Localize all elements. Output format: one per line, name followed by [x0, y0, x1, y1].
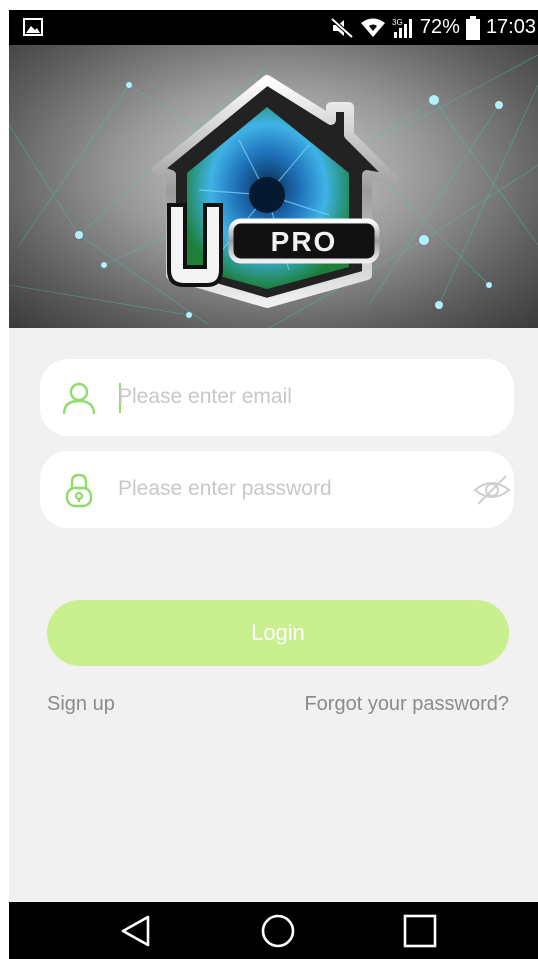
sign-up-link[interactable]: Sign up: [47, 693, 115, 716]
home-icon: [261, 914, 295, 947]
login-button[interactable]: Login: [47, 600, 509, 666]
clock: 17:03: [485, 16, 536, 38]
signal-3g-icon: 3G: [392, 18, 412, 38]
hero-banner: PRO: [9, 45, 538, 328]
recents-button[interactable]: [380, 902, 460, 959]
back-icon: [121, 915, 150, 946]
status-icons: 3G 72% 17:03: [330, 10, 538, 45]
user-icon: [62, 382, 96, 415]
password-input[interactable]: [118, 469, 458, 509]
status-bar: 3G 72% 17:03: [9, 10, 538, 45]
password-field-container: [40, 451, 514, 528]
svg-text:3G: 3G: [392, 18, 403, 27]
image-icon: [23, 18, 43, 36]
recents-icon: [403, 914, 437, 947]
navigation-bar: [9, 902, 538, 959]
email-field-container: [40, 359, 514, 436]
mute-icon: [330, 17, 354, 38]
email-input[interactable]: [118, 377, 458, 417]
battery-percent: 72%: [419, 16, 460, 38]
logo-text: PRO: [271, 226, 338, 257]
hero-network-pattern: PRO: [9, 54, 538, 328]
lock-icon: [65, 473, 93, 508]
app-screen: 3G 72% 17:03 PRO Please enter email Logi…: [9, 10, 538, 959]
wifi-icon: [360, 18, 385, 37]
home-button[interactable]: [238, 902, 318, 959]
eye-off-icon[interactable]: [472, 470, 512, 510]
battery-icon: [465, 15, 480, 40]
back-button[interactable]: [96, 902, 176, 959]
forgot-password-link[interactable]: Forgot your password?: [304, 693, 509, 716]
